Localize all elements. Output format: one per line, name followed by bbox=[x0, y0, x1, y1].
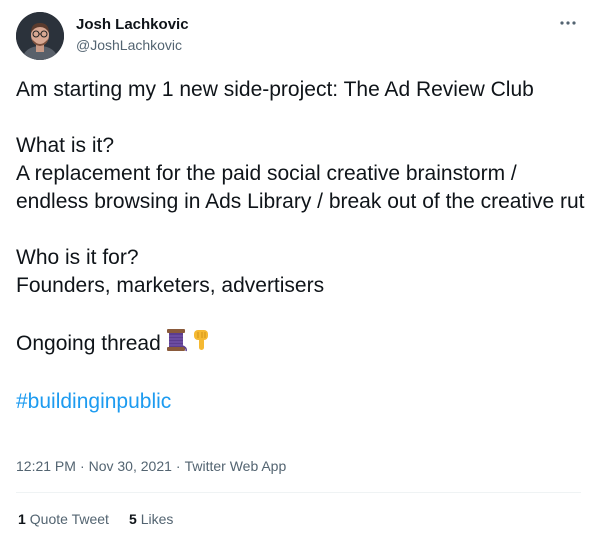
answer-who: Founders, marketers, advertisers bbox=[16, 274, 325, 297]
thread-line: Ongoing thread bbox=[16, 328, 586, 360]
intro-line: Am starting my 1 new side-project: The A… bbox=[16, 78, 534, 101]
quote-label: Quote Tweet bbox=[29, 511, 109, 527]
user-handle[interactable]: @JoshLachkovic bbox=[76, 35, 189, 55]
hashtag-link[interactable]: #buildinginpublic bbox=[16, 390, 171, 413]
tweet-card: Josh Lachkovic @JoshLachkovic Am startin… bbox=[0, 0, 595, 541]
question-who: Who is it for? bbox=[16, 246, 139, 269]
likes-stat[interactable]: 5 Likes bbox=[129, 510, 173, 528]
tweet-stats: 1 Quote Tweet 5 Likes bbox=[18, 510, 193, 528]
meta-separator: · bbox=[79, 458, 85, 474]
thread-label: Ongoing thread bbox=[16, 332, 161, 355]
user-info: Josh Lachkovic @JoshLachkovic bbox=[76, 16, 189, 55]
tweet-source[interactable]: Twitter Web App bbox=[185, 458, 287, 474]
question-what: What is it? bbox=[16, 134, 115, 157]
avatar-image bbox=[16, 12, 64, 60]
tweet-date[interactable]: Nov 30, 2021 bbox=[89, 458, 172, 474]
likes-label: Likes bbox=[140, 511, 174, 527]
quote-count: 1 bbox=[18, 511, 26, 527]
display-name[interactable]: Josh Lachkovic bbox=[76, 16, 189, 34]
tweet-time[interactable]: 12:21 PM bbox=[16, 458, 76, 474]
more-options-icon[interactable] bbox=[559, 14, 577, 32]
tweet-text: Am starting my 1 new side-project: The A… bbox=[16, 76, 586, 416]
avatar[interactable] bbox=[16, 12, 64, 60]
pointing-down-icon bbox=[191, 328, 211, 360]
answer-what: A replacement for the paid social creati… bbox=[16, 162, 585, 213]
likes-count: 5 bbox=[128, 511, 137, 527]
tweet-meta: 12:21 PM · Nov 30, 2021 · Twitter Web App bbox=[16, 457, 286, 475]
meta-separator-2: · bbox=[175, 458, 181, 474]
thread-spool-icon bbox=[165, 328, 187, 360]
tweet-header: Josh Lachkovic @JoshLachkovic bbox=[16, 12, 579, 62]
divider bbox=[16, 492, 581, 493]
quote-tweets-stat[interactable]: 1 Quote Tweet bbox=[18, 510, 109, 528]
